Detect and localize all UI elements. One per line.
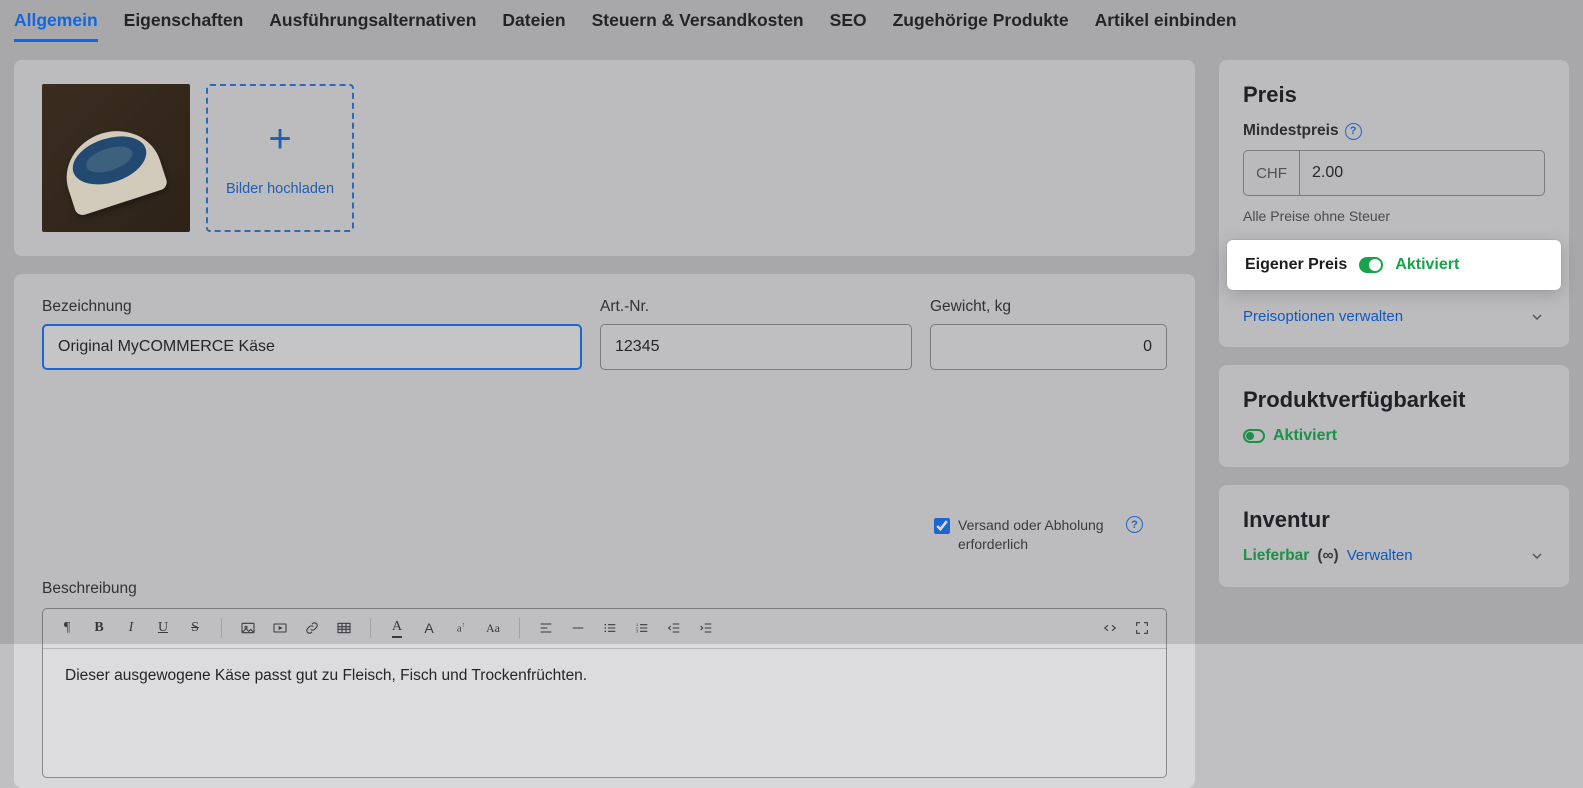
stock-infinity: (∞) <box>1317 547 1338 565</box>
bullet-list-icon[interactable] <box>596 615 624 641</box>
video-icon[interactable] <box>266 615 294 641</box>
price-options-link[interactable]: Preisoptionen verwalten <box>1243 308 1545 325</box>
product-thumbnail[interactable] <box>42 84 190 232</box>
hr-icon[interactable] <box>564 615 592 641</box>
tab-zugehoerige-produkte[interactable]: Zugehörige Produkte <box>893 10 1069 42</box>
tab-ausfuehrungsalternativen[interactable]: Ausführungsalternativen <box>269 10 476 42</box>
availability-panel: Produktverfügbarkeit Aktiviert <box>1219 365 1569 467</box>
tab-artikel-einbinden[interactable]: Artikel einbinden <box>1095 10 1237 42</box>
checkbox-shipping-required[interactable] <box>934 518 950 534</box>
availability-toggle-icon[interactable] <box>1243 429 1265 443</box>
images-panel: + Bilder hochladen <box>14 60 1195 256</box>
availability-heading: Produktverfügbarkeit <box>1243 387 1545 413</box>
stock-status: Lieferbar <box>1243 547 1309 565</box>
tab-seo[interactable]: SEO <box>830 10 867 42</box>
align-icon[interactable] <box>532 615 560 641</box>
text-color-icon[interactable]: A <box>383 615 411 641</box>
italic-icon[interactable]: I <box>117 615 145 641</box>
label-description: Beschreibung <box>42 580 1167 598</box>
paragraph-icon[interactable]: ¶ <box>53 615 81 641</box>
manage-inventory-link[interactable]: Verwalten <box>1347 547 1413 564</box>
min-price-label: Mindestpreis ? <box>1243 122 1545 140</box>
text-bg-icon[interactable]: A <box>415 615 443 641</box>
min-price-input[interactable] <box>1300 151 1544 195</box>
svg-text:3: 3 <box>636 629 639 634</box>
field-name: Bezeichnung <box>42 298 582 554</box>
underline-icon[interactable]: U <box>149 615 177 641</box>
tab-eigenschaften[interactable]: Eigenschaften <box>124 10 244 42</box>
editor-body[interactable]: Dieser ausgewogene Käse passt gut zu Fle… <box>43 649 1166 703</box>
font-size-icon[interactable]: a↑ <box>447 615 475 641</box>
font-case-icon[interactable]: Aa <box>479 615 507 641</box>
input-name[interactable] <box>42 324 582 370</box>
tabs-bar: Allgemein Eigenschaften Ausführungsalter… <box>0 0 1583 42</box>
strike-icon[interactable]: S <box>181 615 209 641</box>
inventory-panel: Inventur Lieferbar (∞) Verwalten <box>1219 485 1569 587</box>
chevron-down-icon <box>1529 309 1545 325</box>
outdent-icon[interactable] <box>660 615 688 641</box>
plus-icon: + <box>268 119 291 159</box>
image-icon[interactable] <box>234 615 262 641</box>
link-icon[interactable] <box>298 615 326 641</box>
fullscreen-icon[interactable] <box>1128 615 1156 641</box>
currency-label: CHF <box>1244 151 1300 195</box>
tab-dateien[interactable]: Dateien <box>502 10 565 42</box>
tab-steuern-versandkosten[interactable]: Steuern & Versandkosten <box>592 10 804 42</box>
own-price-toggle[interactable] <box>1359 257 1383 273</box>
label-name: Bezeichnung <box>42 298 582 316</box>
help-icon[interactable]: ? <box>1126 516 1143 533</box>
own-price-row: Eigener Preis Aktiviert <box>1227 240 1561 290</box>
price-note: Alle Preise ohne Steuer <box>1243 208 1545 224</box>
details-panel: Bezeichnung Art.-Nr. Gewicht, kg Versand… <box>14 274 1195 788</box>
table-icon[interactable] <box>330 615 358 641</box>
price-heading: Preis <box>1243 82 1545 108</box>
min-price-input-group: CHF <box>1243 150 1545 196</box>
tab-allgemein[interactable]: Allgemein <box>14 10 98 42</box>
inventory-heading: Inventur <box>1243 507 1545 533</box>
numbered-list-icon[interactable]: 123 <box>628 615 656 641</box>
label-sku: Art.-Nr. <box>600 298 912 316</box>
field-weight: Gewicht, kg <box>930 298 1167 508</box>
bold-icon[interactable]: B <box>85 615 113 641</box>
upload-images-button[interactable]: + Bilder hochladen <box>206 84 354 232</box>
input-weight[interactable] <box>930 324 1167 370</box>
editor-toolbar: ¶ B I U S A A a↑ Aa <box>43 609 1166 649</box>
chevron-down-icon[interactable] <box>1529 548 1545 564</box>
label-shipping-required: Versand oder Abholung erforderlich <box>958 516 1118 554</box>
label-weight: Gewicht, kg <box>930 298 1167 316</box>
availability-state: Aktiviert <box>1273 427 1337 445</box>
price-panel: Preis Mindestpreis ? CHF Alle Preise ohn… <box>1219 60 1569 347</box>
own-price-label: Eigener Preis <box>1245 256 1347 274</box>
indent-icon[interactable] <box>692 615 720 641</box>
own-price-state: Aktiviert <box>1395 256 1459 274</box>
code-view-icon[interactable] <box>1096 615 1124 641</box>
help-icon[interactable]: ? <box>1345 123 1362 140</box>
rich-text-editor: ¶ B I U S A A a↑ Aa <box>42 608 1167 778</box>
input-sku[interactable] <box>600 324 912 370</box>
field-sku: Art.-Nr. <box>600 298 912 554</box>
upload-label: Bilder hochladen <box>226 181 334 197</box>
